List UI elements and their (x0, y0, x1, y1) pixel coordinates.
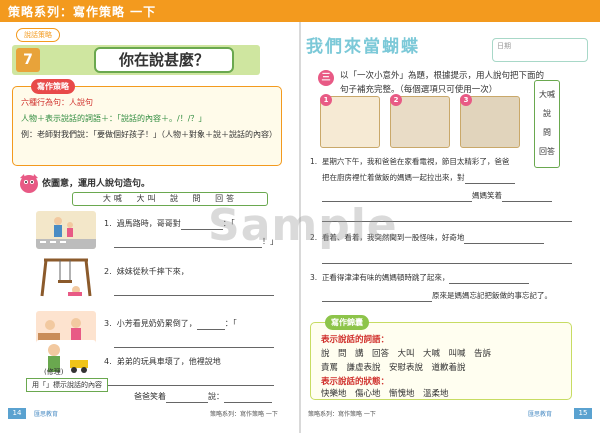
scene-number: 2 (390, 94, 402, 106)
exercise-2-line-1: 2. 妹妹從秋千摔下來， (104, 267, 189, 276)
scene-number: 1 (320, 94, 332, 106)
publisher-left: 匯思教育 (34, 411, 59, 418)
strategy-line-1: 六種行為句：人說句 (21, 98, 93, 107)
item-3-line-1: 3. 正看得津津有味的媽媽頓時跳了起來， (310, 272, 530, 284)
answer-blank[interactable] (224, 402, 272, 403)
exercise-3-line-1: 3. 小芳看見奶奶累倒了， ：「 (104, 319, 237, 330)
exercise-2-line-2 (114, 284, 274, 296)
answer-blank[interactable] (464, 243, 545, 244)
exercise-4-line-1: 4. 弟弟的玩具車壞了，他裡說地 (104, 357, 221, 366)
lesson-number: 7 (16, 48, 40, 72)
answer-blank[interactable] (449, 283, 530, 284)
footer-title-right: 策略系列：寫作策略 一下 (308, 411, 376, 418)
page-number-right: 15 (574, 408, 592, 419)
answer-blank[interactable] (322, 263, 572, 264)
scene-number: 3 (460, 94, 472, 106)
step-number: 三 (318, 70, 334, 86)
answer-blank[interactable] (114, 347, 274, 348)
words-heading: 表示說話的詞語： (321, 335, 390, 345)
lesson-title: 你在說甚麼？ (94, 47, 234, 73)
answer-blank[interactable] (464, 183, 515, 184)
vertical-word-bank: 大喊 說 問 回答 (534, 80, 560, 168)
date-field[interactable]: 日期 (492, 38, 588, 62)
item-2-line-2 (322, 252, 572, 264)
words-row-3: 快樂地 傷心地 慚愧地 溫柔地 (321, 389, 449, 399)
word-bank-item: 大喊 (102, 194, 125, 203)
item-3-line-2: 原來是媽媽忘記把飯做的事忘記了。 (322, 290, 552, 302)
swing-illustration (36, 258, 96, 298)
exercise-4-line-3: 爸爸笑着 說： (134, 391, 272, 403)
answer-blank[interactable] (196, 329, 225, 330)
quote-note: 用「」標示說話的內容 (26, 378, 108, 392)
repair-label: (修理) (44, 368, 64, 376)
publisher-right: 匯思教育 (528, 411, 553, 418)
strategy-line-3: 例：老師對我們說：「要做個好孩子！」（人物＋對象＋說＋說話的內容） (21, 130, 277, 139)
crossing-illustration (36, 211, 96, 249)
mascot-icon (20, 174, 38, 193)
strategy-box: 寫作策略 六種行為句：人說句 人物＋表示說話的詞語＋：「說話的內容＋。/！/？」… (12, 79, 282, 166)
header-bar: 策略系列：寫作策略 一下 (0, 0, 600, 22)
page-number-left: 14 (8, 408, 26, 419)
words-row-2: 責罵 謙虛表說 安慰表說 道歉着說 (321, 363, 466, 373)
book-title: 策略系列：寫作策略 一下 (8, 5, 157, 19)
header-art: 我們來當蝴蝶 (306, 37, 420, 57)
instruction-line-1: 以「一次小意外」為題，根據提示，用人說句把下面的 (340, 71, 545, 81)
sample-watermark: Sample (208, 200, 398, 251)
state-heading: 表示說話的狀態： (321, 377, 390, 387)
lesson-tag: 說話策略 (16, 28, 60, 42)
answer-blank[interactable] (322, 301, 432, 302)
writing-tips-tag: 寫作錦囊 (325, 315, 369, 330)
answer-blank[interactable] (502, 201, 552, 202)
strategy-line-2: 人物＋表示說話的詞語＋：「說話的內容＋。/！/？」 (21, 114, 207, 123)
word-bank-item: 說 (170, 194, 181, 203)
exercise-3-line-2 (114, 336, 274, 348)
answer-blank[interactable] (104, 385, 274, 386)
exercise-4-line-2 (104, 374, 274, 386)
item-1-line-1: 1. 星期六下午，我和爸爸在家看電視，節目太精彩了，爸爸 (310, 157, 510, 166)
answer-blank[interactable] (114, 295, 274, 296)
item-1-line-2: 把在廚房裡忙着做飯的媽媽一起拉出來，對 (322, 172, 515, 184)
answer-blank[interactable] (166, 402, 208, 403)
footer-title-left: 策略系列：寫作策略 一下 (210, 411, 278, 418)
words-row-1: 說 問 講 回答 大叫 大喊 叫喊 告訴 (321, 349, 492, 359)
word-bank-item: 大叫 (136, 194, 159, 203)
word-bank-item: 問 (192, 194, 204, 203)
strategy-tag: 寫作策略 (31, 79, 75, 94)
writing-tips-box: 寫作錦囊 表示說話的詞語： 說 問 講 回答 大叫 大喊 叫喊 告訴 責罵 謙虛… (310, 315, 572, 400)
exercise-instruction: 依圖意，運用人說句造句。 (42, 179, 151, 189)
